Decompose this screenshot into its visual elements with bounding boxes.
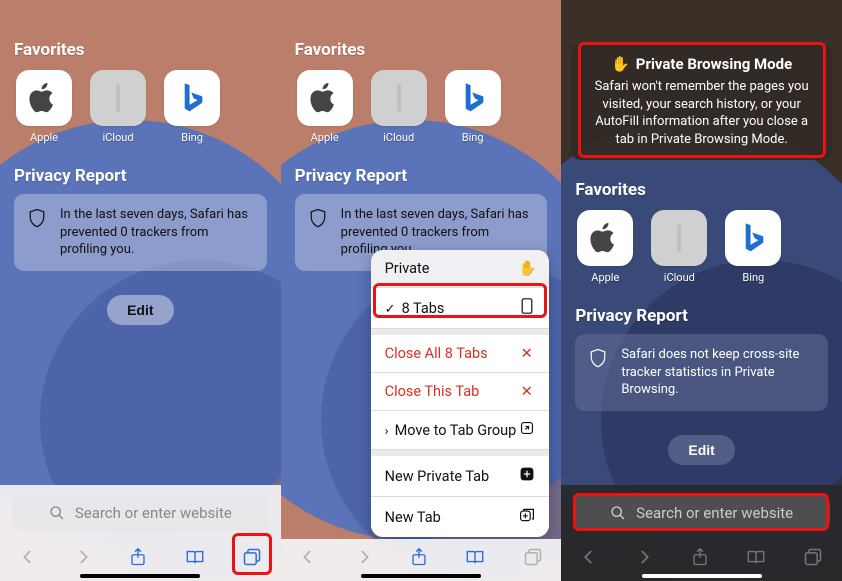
favorite-apple[interactable]: Apple — [14, 70, 74, 144]
forward-icon[interactable] — [74, 548, 92, 570]
apple-icon — [577, 210, 633, 266]
favorite-bing[interactable]: Bing — [162, 70, 222, 144]
home-indicator[interactable] — [642, 574, 762, 578]
favorites-header: Favorites — [575, 180, 828, 200]
search-icon — [610, 505, 626, 521]
privacy-report-text: Safari does not keep cross-site tracker … — [621, 346, 814, 399]
bing-icon — [164, 70, 220, 126]
phone-icon — [519, 298, 535, 318]
share-icon[interactable] — [691, 547, 709, 571]
sheet-row-new-private[interactable]: New Private Tab — [371, 456, 549, 497]
back-icon[interactable] — [19, 548, 37, 570]
tabs-icon[interactable] — [803, 547, 823, 571]
favorite-icloud[interactable]: iCloud — [369, 70, 429, 144]
icloud-icon — [90, 70, 146, 126]
edit-button[interactable]: Edit — [107, 295, 173, 325]
sheet-row-move-group[interactable]: ›Move to Tab Group — [371, 411, 549, 450]
bottom-bar: Search or enter website — [561, 485, 842, 581]
screen-2: Favorites Apple iCloud Bing Privacy Repo… — [281, 0, 562, 581]
favorites-header: Favorites — [14, 40, 267, 60]
bing-icon — [445, 70, 501, 126]
favorites-header: Favorites — [295, 40, 548, 60]
sheet-row-tabs[interactable]: ✓8 Tabs — [371, 288, 549, 329]
search-icon — [49, 505, 65, 521]
privacy-report-card[interactable]: Safari does not keep cross-site tracker … — [575, 334, 828, 411]
close-icon: ✕ — [519, 383, 535, 400]
privacy-report-header: Privacy Report — [14, 166, 267, 186]
search-field[interactable]: Search or enter website — [12, 495, 269, 531]
new-private-icon — [519, 466, 535, 486]
apple-icon — [16, 70, 72, 126]
hand-icon: ✋ — [519, 260, 535, 277]
icloud-icon — [651, 210, 707, 266]
search-field[interactable]: Search or enter website — [573, 495, 830, 531]
bottom-bar: Search or enter website — [0, 485, 281, 581]
sheet-row-close-all[interactable]: Close All 8 Tabs ✕ — [371, 335, 549, 373]
sheet-row-private[interactable]: Private ✋ — [371, 250, 549, 288]
home-indicator[interactable] — [361, 574, 481, 578]
check-icon: ✓ — [385, 302, 396, 317]
bookmarks-icon[interactable] — [746, 548, 766, 570]
privacy-report-card[interactable]: In the last seven days, Safari has preve… — [14, 194, 267, 271]
bookmarks-icon[interactable] — [185, 548, 205, 570]
share-icon[interactable] — [129, 547, 147, 571]
tabs-icon[interactable] — [242, 547, 262, 571]
back-icon[interactable] — [580, 548, 598, 570]
close-icon: ✕ — [519, 345, 535, 362]
sheet-row-new-tab[interactable]: New Tab — [371, 497, 549, 537]
favorite-icloud[interactable]: iCloud — [649, 210, 709, 284]
chevron-right-icon: › — [385, 424, 389, 439]
tabs-icon[interactable] — [523, 547, 543, 571]
bottom-bar — [281, 539, 562, 581]
privacy-report-text: In the last seven days, Safari has preve… — [60, 206, 253, 259]
apple-icon — [297, 70, 353, 126]
new-tab-icon — [519, 507, 535, 527]
tab-action-sheet: Private ✋ ✓8 Tabs Close All 8 Tabs ✕ Clo… — [371, 250, 549, 537]
favorites-row: Apple iCloud Bing — [295, 70, 548, 144]
icloud-icon — [371, 70, 427, 126]
sheet-row-close-this[interactable]: Close This Tab ✕ — [371, 373, 549, 411]
favorites-row: Apple iCloud Bing — [575, 210, 828, 284]
favorites-row: Apple iCloud Bing — [14, 70, 267, 144]
home-indicator[interactable] — [80, 574, 200, 578]
share-icon[interactable] — [410, 547, 428, 571]
forward-icon[interactable] — [635, 548, 653, 570]
open-icon — [519, 421, 535, 439]
bing-icon — [725, 210, 781, 266]
back-icon[interactable] — [299, 548, 317, 570]
shield-icon — [309, 208, 327, 229]
forward-icon[interactable] — [355, 548, 373, 570]
shield-icon — [589, 348, 607, 369]
shield-icon — [28, 208, 46, 229]
favorite-apple[interactable]: Apple — [295, 70, 355, 144]
favorite-bing[interactable]: Bing — [723, 210, 783, 284]
favorite-icloud[interactable]: iCloud — [88, 70, 148, 144]
privacy-report-header: Privacy Report — [295, 166, 548, 186]
edit-button[interactable]: Edit — [668, 435, 734, 465]
favorite-apple[interactable]: Apple — [575, 210, 635, 284]
screen-1: Favorites Apple iCloud Bing Privacy Repo… — [0, 0, 281, 581]
screen-3: ✋ Private Browsing Mode Safari won't rem… — [561, 0, 842, 581]
privacy-report-header: Privacy Report — [575, 306, 828, 326]
favorite-bing[interactable]: Bing — [443, 70, 503, 144]
bookmarks-icon[interactable] — [465, 548, 485, 570]
